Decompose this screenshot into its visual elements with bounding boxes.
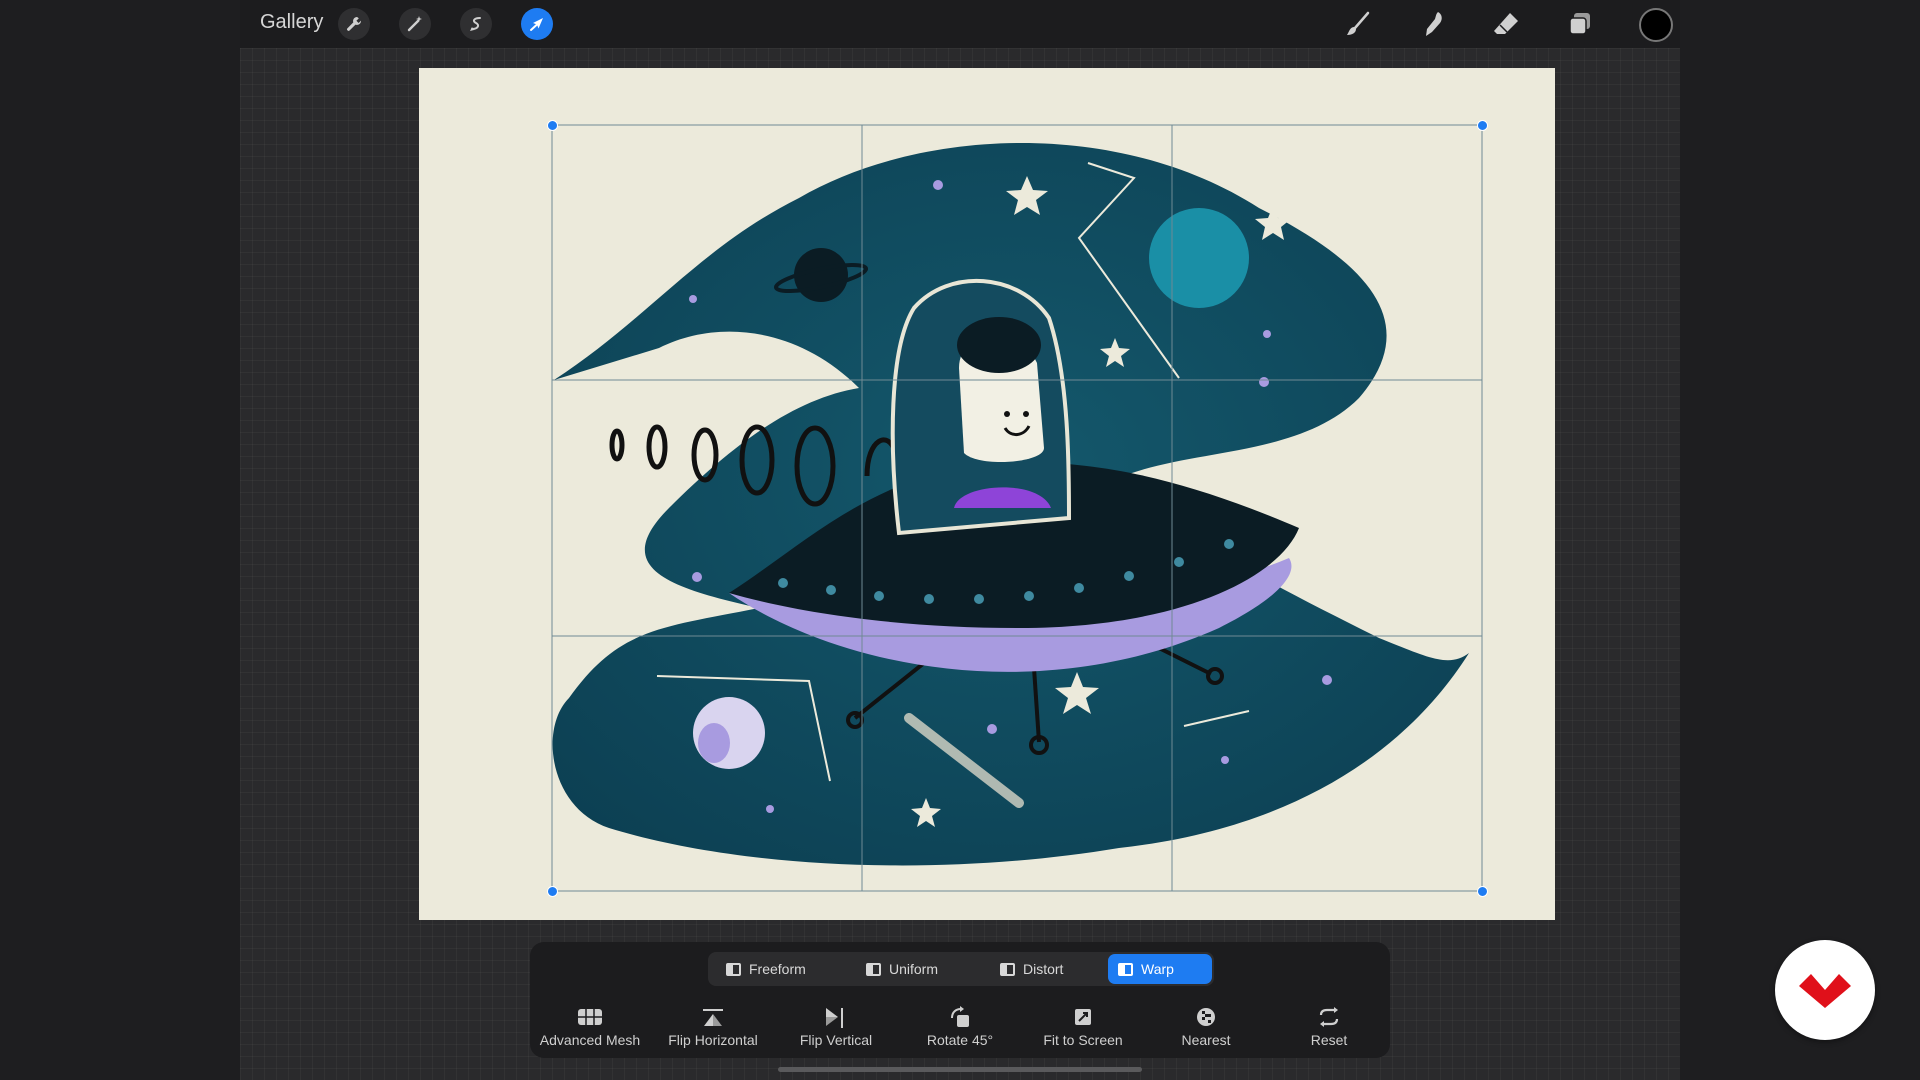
wrench-icon[interactable] xyxy=(338,8,370,40)
flip-vertical-button[interactable]: Flip Vertical xyxy=(776,1006,896,1048)
mesh-icon xyxy=(530,1006,650,1028)
warp-handle-top-right[interactable] xyxy=(1477,120,1488,131)
nearest-button[interactable]: Nearest xyxy=(1146,1006,1266,1048)
transform-arrow-icon[interactable] xyxy=(521,8,553,40)
warp-handle-bottom-left[interactable] xyxy=(547,886,558,897)
brush-icon[interactable] xyxy=(1340,6,1376,42)
flip-vertical-icon xyxy=(776,1006,896,1028)
mode-warp-button[interactable]: Warp xyxy=(1108,954,1212,984)
fit-screen-icon xyxy=(1023,1006,1143,1028)
advanced-mesh-button[interactable]: Advanced Mesh xyxy=(530,1006,650,1048)
nearest-icon xyxy=(1146,1006,1266,1028)
gallery-button[interactable]: Gallery xyxy=(260,11,323,34)
transform-mode-segmented-control: Freeform Uniform Distort Warp xyxy=(708,952,1214,986)
color-picker-swatch[interactable] xyxy=(1639,8,1673,42)
flip-horizontal-icon xyxy=(653,1006,773,1028)
distort-icon xyxy=(1000,962,1015,976)
reset-icon xyxy=(1269,1006,1389,1028)
selection-icon[interactable] xyxy=(460,8,492,40)
eraser-icon[interactable] xyxy=(1488,6,1524,42)
mode-freeform-button[interactable]: Freeform xyxy=(716,954,831,984)
rotate-icon xyxy=(900,1006,1020,1028)
flip-horizontal-button[interactable]: Flip Horizontal xyxy=(653,1006,773,1048)
space-illustration xyxy=(551,124,1483,892)
magic-wand-icon[interactable] xyxy=(399,8,431,40)
logo-icon xyxy=(1799,974,1851,1008)
reset-button[interactable]: Reset xyxy=(1269,1006,1389,1048)
mode-uniform-button[interactable]: Uniform xyxy=(856,954,971,984)
home-indicator[interactable] xyxy=(778,1067,1142,1072)
layers-icon[interactable] xyxy=(1562,6,1598,42)
rotate-45-button[interactable]: Rotate 45° xyxy=(900,1006,1020,1048)
mode-distort-button[interactable]: Distort xyxy=(990,954,1100,984)
uniform-icon xyxy=(866,962,881,976)
top-toolbar: Gallery xyxy=(240,0,1680,48)
alien-hair xyxy=(957,317,1041,373)
smudge-icon[interactable] xyxy=(1414,6,1450,42)
artwork-canvas[interactable] xyxy=(419,68,1555,920)
warp-icon xyxy=(1118,962,1133,976)
warp-handle-top-left[interactable] xyxy=(547,120,558,131)
channel-logo xyxy=(1775,940,1875,1040)
transform-panel: Freeform Uniform Distort Warp Advanced M… xyxy=(530,942,1390,1058)
teal-planet xyxy=(1149,208,1249,308)
warp-handle-bottom-right[interactable] xyxy=(1477,886,1488,897)
freeform-icon xyxy=(726,962,741,976)
fit-to-screen-button[interactable]: Fit to Screen xyxy=(1023,1006,1143,1048)
